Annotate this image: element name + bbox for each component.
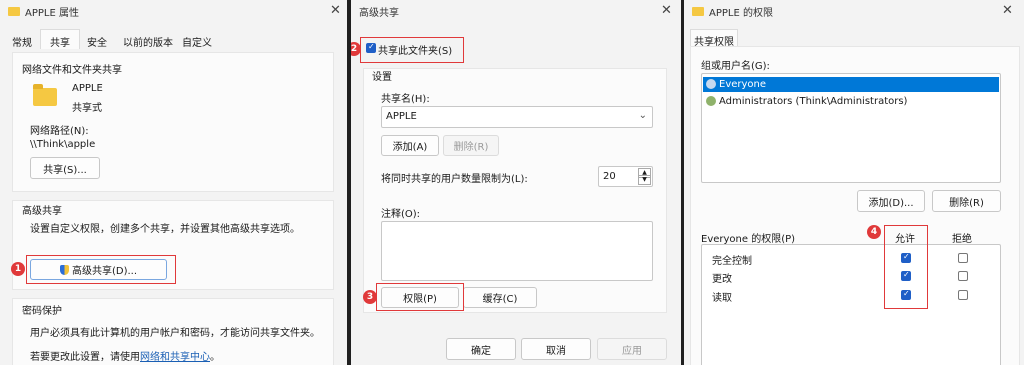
deny-full-control-checkbox[interactable] (958, 253, 968, 263)
permissions-window: APPLE 的权限 ✕ 共享权限 组或用户名(G): Everyone Admi… (684, 0, 1024, 365)
user-name: Everyone (719, 79, 767, 90)
apply-button[interactable]: 应用 (597, 338, 667, 360)
titlebar: APPLE 的权限 (684, 0, 1024, 22)
tab-customize[interactable]: 自定义 (182, 34, 212, 49)
annotation-badge-2: 2 (351, 42, 361, 56)
permission-name: 读取 (712, 293, 732, 304)
user-name: Administrators (Think\Administrators) (719, 96, 908, 107)
comment-textarea[interactable] (381, 221, 653, 281)
chevron-down-icon: ⌄ (638, 110, 647, 121)
share-name-value: APPLE (386, 111, 417, 122)
deny-change-checkbox[interactable] (958, 271, 968, 281)
close-icon[interactable]: ✕ (1002, 3, 1013, 18)
remove-user-button[interactable]: 删除(R) (932, 190, 1001, 212)
password-protection-title: 密码保护 (22, 306, 62, 317)
permission-name: 完全控制 (712, 256, 752, 267)
share-folder-checkbox[interactable] (366, 42, 376, 53)
network-path-value: \\Think\apple (30, 139, 96, 150)
permission-name: 更改 (712, 274, 732, 285)
share-name-select[interactable]: APPLE ⌄ (381, 106, 653, 128)
user-limit-value: 20 (603, 171, 616, 182)
annotation-badge-1: 1 (11, 262, 25, 276)
share-folder-label: 共享此文件夹(S) (378, 46, 453, 57)
tab-share-permissions[interactable]: 共享权限 (690, 29, 738, 48)
permissions-table: 完全控制 更改 读取 (701, 244, 1001, 365)
password-change-suffix: 。 (210, 352, 220, 363)
comment-label: 注释(O): (381, 209, 421, 220)
ok-button[interactable]: 确定 (446, 338, 516, 360)
caching-button[interactable]: 缓存(C) (463, 287, 537, 308)
allow-column-header: 允许 (895, 234, 915, 245)
share-name-label: 共享名(H): (381, 94, 430, 105)
advanced-sharing-button[interactable]: 高级共享(D)... (30, 259, 167, 280)
users-group-icon (706, 79, 716, 89)
advanced-sharing-title: 高级共享 (22, 206, 62, 217)
user-limit-label: 将同时共享的用户数量限制为(L): (381, 174, 528, 185)
tab-general[interactable]: 常规 (12, 34, 32, 49)
users-group-icon (706, 96, 716, 106)
advanced-sharing-button-label: 高级共享(D)... (71, 266, 138, 277)
titlebar: APPLE 属性 (0, 0, 347, 22)
window-title: APPLE 的权限 (709, 7, 773, 19)
add-share-button[interactable]: 添加(A) (381, 135, 439, 156)
group-users-label: 组或用户名(G): (701, 61, 770, 72)
share-button[interactable]: 共享(S)... (30, 157, 100, 179)
password-protection-description: 用户必须具有此计算机的用户帐户和密码，才能访问共享文件夹。 (30, 328, 320, 339)
stepper-down-icon[interactable]: ▼ (638, 175, 651, 185)
user-row-everyone[interactable]: Everyone (703, 77, 999, 92)
folder-icon (8, 6, 20, 16)
folder-icon (692, 6, 704, 16)
permissions-button[interactable]: 权限(P) (381, 287, 459, 308)
properties-window: APPLE 属性 ✕ 常规 共享 安全 以前的版本 自定义 网络文件和文件夹共享… (0, 0, 347, 365)
user-limit-stepper[interactable]: 20 ▲ ▼ (598, 166, 653, 187)
permissions-for-label: Everyone 的权限(P) (701, 234, 796, 245)
close-icon[interactable]: ✕ (661, 3, 672, 18)
add-user-button[interactable]: 添加(D)... (857, 190, 925, 212)
tab-previous-versions[interactable]: 以前的版本 (123, 34, 173, 49)
annotation-badge-3: 3 (363, 290, 377, 304)
tab-security[interactable]: 安全 (87, 34, 107, 49)
shield-icon (59, 264, 69, 275)
close-icon[interactable]: ✕ (330, 3, 341, 18)
allow-full-control-checkbox[interactable] (901, 252, 911, 263)
deny-read-checkbox[interactable] (958, 290, 968, 300)
allow-change-checkbox[interactable] (901, 270, 911, 281)
users-list[interactable]: Everyone Administrators (Think\Administr… (701, 73, 1001, 183)
cancel-button[interactable]: 取消 (521, 338, 591, 360)
tab-bar: 常规 共享 安全 以前的版本 自定义 (6, 29, 336, 49)
password-change-text: 若要更改此设置，请使用网络和共享中心。 (30, 348, 220, 363)
tab-sharing[interactable]: 共享 (50, 34, 70, 49)
folder-large-icon (33, 84, 57, 106)
folder-name: APPLE (72, 83, 103, 94)
folder-share-state: 共享式 (72, 103, 102, 114)
network-path-label: 网络路径(N): (30, 126, 89, 137)
remove-share-button[interactable]: 删除(R) (443, 135, 499, 156)
titlebar: 高级共享 (351, 0, 681, 22)
settings-label: 设置 (372, 72, 392, 83)
advanced-sharing-window: 高级共享 ✕ 共享此文件夹(S) 2 设置 共享名(H): APPLE ⌄ 添加… (351, 0, 681, 365)
allow-read-checkbox[interactable] (901, 289, 911, 300)
advanced-sharing-description: 设置自定义权限，创建多个共享，并设置其他高级共享选项。 (30, 224, 300, 235)
network-sharing-title: 网络文件和文件夹共享 (22, 65, 122, 76)
network-sharing-center-link[interactable]: 网络和共享中心 (140, 352, 210, 363)
window-title: APPLE 属性 (25, 7, 79, 19)
deny-column-header: 拒绝 (952, 234, 972, 245)
password-change-prefix: 若要更改此设置，请使用 (30, 352, 140, 363)
window-title: 高级共享 (359, 7, 399, 19)
user-row-administrators[interactable]: Administrators (Think\Administrators) (703, 94, 999, 109)
annotation-badge-4: 4 (867, 225, 881, 239)
